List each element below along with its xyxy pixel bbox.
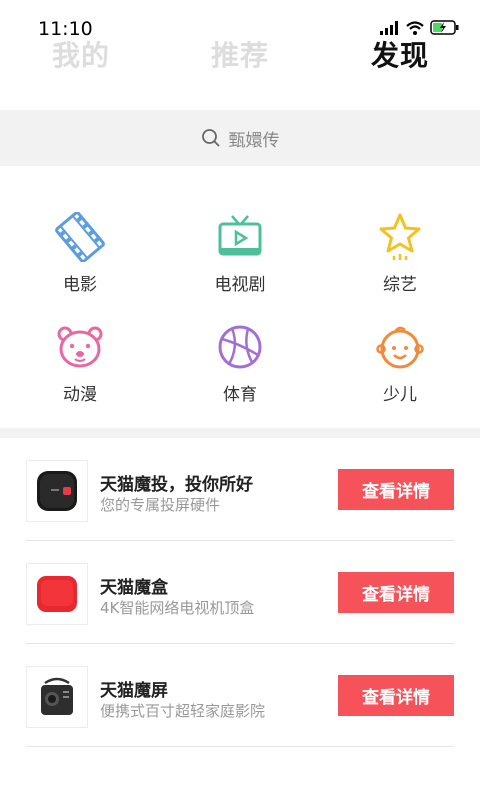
star-icon <box>379 213 421 260</box>
category-label: 电视剧 <box>214 275 266 295</box>
category-tv-series[interactable]: 电视剧 <box>180 212 300 295</box>
product-title: 天猫魔屏 <box>100 681 168 701</box>
product-thumbnail <box>26 666 88 728</box>
search-icon <box>201 129 220 147</box>
section-divider <box>0 428 480 438</box>
product-subtitle: 您的专属投屏硬件 <box>100 496 221 514</box>
view-details-button[interactable]: 查看详情 <box>338 675 454 716</box>
category-label: 体育 <box>223 385 257 405</box>
category-sports[interactable]: 体育 <box>180 322 300 405</box>
tab-recommend[interactable]: 推荐 <box>211 34 269 74</box>
tab-mine[interactable]: 我的 <box>52 34 110 74</box>
category-variety[interactable]: 综艺 <box>340 212 460 295</box>
tab-discover[interactable]: 发现 <box>371 34 429 74</box>
status-icons <box>380 20 460 35</box>
category-kids[interactable]: 少儿 <box>340 322 460 405</box>
product-subtitle: 便携式百寸超轻家庭影院 <box>100 702 266 720</box>
category-label: 综艺 <box>383 275 417 295</box>
tv-icon <box>218 215 262 256</box>
signal-icon <box>380 20 398 35</box>
category-label: 少儿 <box>383 385 417 405</box>
bear-icon <box>57 326 103 368</box>
top-tab-bar: 我的 推荐 发现 <box>0 34 480 78</box>
product-item-projector[interactable]: 天猫魔投，投你所好 您的专属投屏硬件 查看详情 <box>26 438 454 541</box>
search-inner: 甄嬛传 <box>201 126 280 151</box>
view-details-button[interactable]: 查看详情 <box>338 469 454 510</box>
category-label: 电影 <box>63 275 97 295</box>
category-movie[interactable]: 电影 <box>20 212 140 295</box>
search-bar[interactable]: 甄嬛传 <box>0 110 480 166</box>
child-face-icon <box>376 326 424 369</box>
battery-icon <box>430 20 459 35</box>
view-details-button[interactable]: 查看详情 <box>338 572 454 613</box>
product-subtitle: 4K智能网络电视机顶盒 <box>100 599 255 617</box>
basketball-icon <box>218 325 262 369</box>
category-grid: 电影 电视剧 综艺 动漫 体育 少儿 <box>0 166 480 428</box>
search-placeholder: 甄嬛传 <box>228 130 280 151</box>
product-title: 天猫魔投，投你所好 <box>100 475 253 495</box>
wifi-icon <box>406 20 424 35</box>
product-thumbnail <box>26 460 88 522</box>
projector-device-icon <box>37 471 77 511</box>
film-icon <box>55 212 105 262</box>
category-label: 动漫 <box>63 385 97 405</box>
product-thumbnail <box>26 563 88 625</box>
category-anime[interactable]: 动漫 <box>20 322 140 405</box>
product-item-box[interactable]: 天猫魔盒 4K智能网络电视机顶盒 查看详情 <box>26 541 454 644</box>
product-title: 天猫魔盒 <box>100 578 168 598</box>
tv-box-device-icon <box>37 576 77 612</box>
product-item-screen[interactable]: 天猫魔屏 便携式百寸超轻家庭影院 查看详情 <box>26 644 454 747</box>
portable-projector-device-icon <box>41 677 73 715</box>
